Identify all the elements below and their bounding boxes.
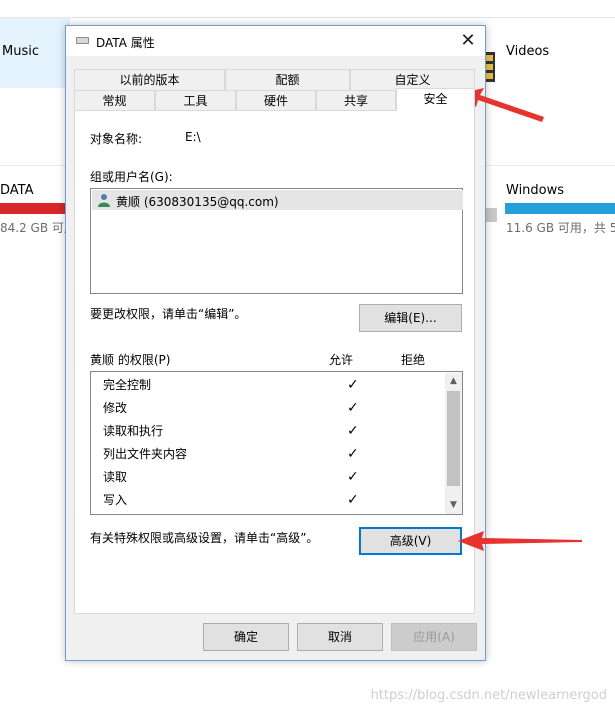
advanced-button[interactable]: 高级(V) — [359, 527, 462, 555]
dialog-titlebar[interactable]: DATA 属性 ✕ — [66, 26, 485, 56]
dialog-title: DATA 属性 — [96, 36, 155, 50]
permission-row: 完全控制 ✓ — [103, 374, 443, 397]
tab-general[interactable]: 常规 — [74, 90, 155, 111]
drive-windows-label[interactable]: Windows — [506, 183, 564, 198]
allow-check-icon: ✓ — [347, 423, 359, 439]
advanced-hint: 有关特殊权限或高级设置，请单击“高级”。 — [90, 531, 319, 545]
drive-windows-usage-bar — [505, 203, 615, 214]
scroll-up-icon[interactable]: ▲ — [445, 373, 462, 390]
ok-button[interactable]: 确定 — [203, 623, 289, 651]
tab-security[interactable]: 安全 — [396, 88, 475, 111]
edit-button[interactable]: 编辑(E)... — [359, 304, 462, 332]
allow-check-icon: ✓ — [347, 377, 359, 393]
permissions-label: 黄顺 的权限(P) — [90, 353, 171, 367]
drive-windows-icon — [485, 208, 497, 222]
permission-name: 完全控制 — [103, 378, 152, 392]
permissions-listbox[interactable]: 完全控制 ✓ 修改 ✓ 读取和执行 ✓ 列出文件夹内容 ✓ 读取 ✓ 写入 ✓ — [90, 371, 463, 515]
deny-column-header: 拒绝 — [401, 353, 426, 367]
allow-check-icon: ✓ — [347, 446, 359, 462]
properties-dialog: DATA 属性 ✕ 以前的版本 配额 自定义 常规 工具 硬件 共享 安全 对象… — [65, 25, 486, 661]
watermark: https://blog.csdn.net/newlearnergod — [370, 688, 607, 703]
scroll-thumb[interactable] — [447, 391, 460, 486]
user-name: 黄顺 (630830135@qq.com) — [116, 195, 279, 209]
allow-check-icon: ✓ — [347, 469, 359, 485]
group-user-label: 组或用户名(G): — [90, 170, 173, 184]
object-name-value: E:\ — [185, 130, 201, 144]
drive-data-usage-bar — [0, 203, 68, 214]
change-permission-hint: 要更改权限，请单击“编辑”。 — [90, 307, 247, 321]
cancel-button[interactable]: 取消 — [297, 623, 383, 651]
allow-check-icon: ✓ — [347, 400, 359, 416]
drive-icon — [76, 37, 89, 44]
permission-name: 读取 — [103, 470, 128, 484]
permission-row: 读取和执行 ✓ — [103, 420, 443, 443]
permission-name: 读取和执行 — [103, 424, 164, 438]
tab-hardware[interactable]: 硬件 — [236, 90, 316, 111]
folder-videos-label[interactable]: Videos — [506, 44, 549, 59]
permission-name: 修改 — [103, 401, 128, 415]
permission-row: 读取 ✓ — [103, 466, 443, 489]
tab-quota[interactable]: 配额 — [225, 69, 350, 90]
close-button[interactable]: ✕ — [452, 27, 484, 55]
tab-tools[interactable]: 工具 — [155, 90, 236, 111]
user-icon — [98, 194, 110, 207]
allow-column-header: 允许 — [329, 353, 354, 367]
permission-row: 写入 ✓ — [103, 489, 443, 512]
user-list-item[interactable]: 黄顺 (630830135@qq.com) — [92, 190, 463, 210]
allow-check-icon: ✓ — [347, 492, 359, 508]
explorer-top-divider — [0, 17, 615, 18]
permission-row: 修改 ✓ — [103, 397, 443, 420]
permission-name: 列出文件夹内容 — [103, 447, 188, 461]
permissions-scrollbar[interactable]: ▲ ▼ — [445, 373, 462, 514]
red-arrow-icon — [458, 531, 582, 551]
tab-previous-versions[interactable]: 以前的版本 — [74, 69, 225, 90]
permission-name: 写入 — [103, 493, 128, 507]
object-name-label: 对象名称: — [90, 132, 143, 146]
drive-data-label[interactable]: DATA — [0, 183, 34, 198]
drive-windows-free: 11.6 GB 可用，共 5 — [506, 221, 615, 235]
folder-music-label[interactable]: Music — [2, 44, 39, 59]
tab-sharing[interactable]: 共享 — [316, 90, 396, 111]
permission-row: 列出文件夹内容 ✓ — [103, 443, 443, 466]
apply-button[interactable]: 应用(A) — [391, 623, 477, 651]
security-panel: 对象名称: E:\ 组或用户名(G): 黄顺 (630830135@qq.com… — [74, 110, 475, 614]
user-listbox[interactable]: 黄顺 (630830135@qq.com) — [90, 188, 463, 294]
tab-customize[interactable]: 自定义 — [350, 69, 475, 90]
scroll-down-icon[interactable]: ▼ — [445, 497, 462, 514]
